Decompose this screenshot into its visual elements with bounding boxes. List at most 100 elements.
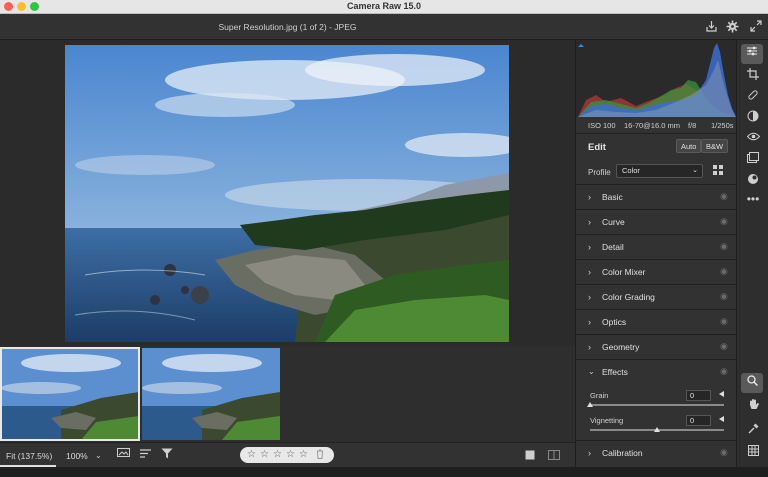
star-5-icon[interactable]: ☆ <box>299 449 308 460</box>
zoom-fit-button[interactable]: Fit (137.5%) <box>6 451 52 461</box>
gear-icon[interactable] <box>725 20 739 34</box>
chevron-right-icon: › <box>588 342 591 352</box>
thumbnail-1[interactable] <box>0 347 140 441</box>
chevron-right-icon: › <box>588 448 591 458</box>
star-2-icon[interactable]: ☆ <box>260 449 269 460</box>
bandage-icon[interactable] <box>737 89 768 104</box>
vignetting-value[interactable]: 0 <box>686 415 711 426</box>
eye-icon[interactable]: ◉ <box>720 291 728 302</box>
grain-label: Grain <box>590 391 609 400</box>
star-3-icon[interactable]: ☆ <box>273 449 282 460</box>
sort-icon[interactable] <box>140 448 152 462</box>
profile-label: Profile <box>588 168 611 177</box>
save-icon[interactable] <box>704 20 718 34</box>
section-color-grading[interactable]: › Color Grading ◉ <box>576 284 737 309</box>
file-name: Super Resolution.jpg (1 of 2) - JPEG <box>218 22 357 32</box>
section-effects[interactable]: ⌄ Effects ◉ Grain 0 Vignetting 0 <box>576 359 737 441</box>
expand-icon[interactable] <box>749 20 763 34</box>
grain-slider-track[interactable] <box>590 404 724 406</box>
section-label: Color Grading <box>602 292 655 302</box>
trash-icon[interactable] <box>316 449 324 462</box>
star-1-icon[interactable]: ☆ <box>247 449 256 460</box>
image-canvas[interactable] <box>0 40 575 346</box>
section-label: Optics <box>602 317 627 327</box>
star-4-icon[interactable]: ☆ <box>286 449 295 460</box>
mask-icon[interactable] <box>737 110 768 125</box>
window-title: Camera Raw 15.0 <box>346 1 422 11</box>
lens-value: 16-70@16.0 mm <box>624 121 680 130</box>
magnifier-icon[interactable] <box>741 373 763 393</box>
grain-slider-thumb[interactable] <box>587 402 593 407</box>
before-after-icon[interactable] <box>548 450 560 463</box>
chevron-right-icon: › <box>588 267 591 277</box>
eye-icon[interactable] <box>737 132 768 144</box>
grain-reset-icon[interactable] <box>719 391 724 397</box>
section-detail[interactable]: › Detail ◉ <box>576 234 737 259</box>
profile-select[interactable]: Color ⌄ <box>616 164 703 178</box>
histogram <box>576 40 737 117</box>
exif-info: ISO 100 16-70@16.0 mm f/8 1/250s <box>576 119 737 131</box>
window-titlebar: Camera Raw 15.0 <box>0 0 768 14</box>
hand-icon[interactable] <box>737 398 768 413</box>
filmstrip <box>0 346 575 442</box>
section-geometry[interactable]: › Geometry ◉ <box>576 334 737 359</box>
preview-image <box>65 45 509 342</box>
top-bar: Super Resolution.jpg (1 of 2) - JPEG <box>0 14 768 40</box>
iso-value: ISO 100 <box>588 121 616 130</box>
chevron-right-icon: › <box>588 242 591 252</box>
section-curve[interactable]: › Curve ◉ <box>576 209 737 234</box>
section-label: Basic <box>602 192 623 202</box>
chevron-right-icon: › <box>588 192 591 202</box>
section-basic[interactable]: › Basic ◉ <box>576 184 737 209</box>
auto-button[interactable]: Auto <box>676 139 702 153</box>
bottom-toolbar: Fit (137.5%) 100% ⌄ ☆ ☆ ☆ ☆ ☆ <box>0 442 575 467</box>
thumbnail-2[interactable] <box>142 348 280 440</box>
grain-value[interactable]: 0 <box>686 390 711 401</box>
eye-icon[interactable]: ◉ <box>720 341 728 352</box>
shutter-value: 1/250s <box>711 121 734 130</box>
eye-icon[interactable]: ◉ <box>720 241 728 252</box>
section-label: Curve <box>602 217 625 227</box>
snapshot-icon[interactable] <box>737 152 768 166</box>
crop-icon[interactable] <box>737 68 768 83</box>
vignetting-label: Vignetting <box>590 416 624 425</box>
section-optics[interactable]: › Optics ◉ <box>576 309 737 334</box>
section-label: Color Mixer <box>602 267 646 277</box>
section-label: Detail <box>602 242 624 252</box>
grid-icon[interactable] <box>737 445 768 459</box>
chevron-right-icon: › <box>588 292 591 302</box>
eye-icon[interactable]: ◉ <box>720 366 728 377</box>
presets-icon[interactable] <box>737 173 768 188</box>
section-calibration[interactable]: › Calibration ◉ <box>576 440 737 465</box>
zoom-100-button[interactable]: 100% <box>66 451 88 461</box>
edit-panel: ISO 100 16-70@16.0 mm f/8 1/250s Edit Au… <box>575 40 737 467</box>
bw-button[interactable]: B&W <box>701 139 729 153</box>
section-color-mixer[interactable]: › Color Mixer ◉ <box>576 259 737 284</box>
rating-control: ☆ ☆ ☆ ☆ ☆ <box>240 447 334 463</box>
section-label: Calibration <box>602 448 643 458</box>
vignetting-slider-thumb[interactable] <box>654 427 660 432</box>
profile-browser-icon[interactable] <box>713 165 723 178</box>
filter-icon[interactable] <box>161 448 173 462</box>
eye-icon[interactable]: ◉ <box>720 316 728 327</box>
eyedropper-icon[interactable] <box>737 423 768 437</box>
aperture-value: f/8 <box>688 121 697 130</box>
more-icon[interactable]: ••• <box>737 192 768 206</box>
eye-icon[interactable]: ◉ <box>720 447 728 458</box>
sliders-icon[interactable] <box>741 44 763 64</box>
eye-icon[interactable]: ◉ <box>720 266 728 277</box>
section-label: Effects <box>602 367 628 377</box>
chevron-down-icon: ⌄ <box>588 367 595 376</box>
section-label: Geometry <box>602 342 640 352</box>
eye-icon[interactable]: ◉ <box>720 191 728 202</box>
chevron-down-icon[interactable]: ⌄ <box>95 451 102 460</box>
filmstrip-icon[interactable] <box>117 448 130 462</box>
chevron-right-icon: › <box>588 317 591 327</box>
vignetting-reset-icon[interactable] <box>719 416 724 422</box>
chevron-right-icon: › <box>588 217 591 227</box>
profile-value: Color <box>622 166 640 175</box>
single-view-icon[interactable] <box>525 450 535 463</box>
eye-icon[interactable]: ◉ <box>720 216 728 227</box>
divider <box>576 133 737 134</box>
tool-strip: ••• <box>736 40 768 467</box>
